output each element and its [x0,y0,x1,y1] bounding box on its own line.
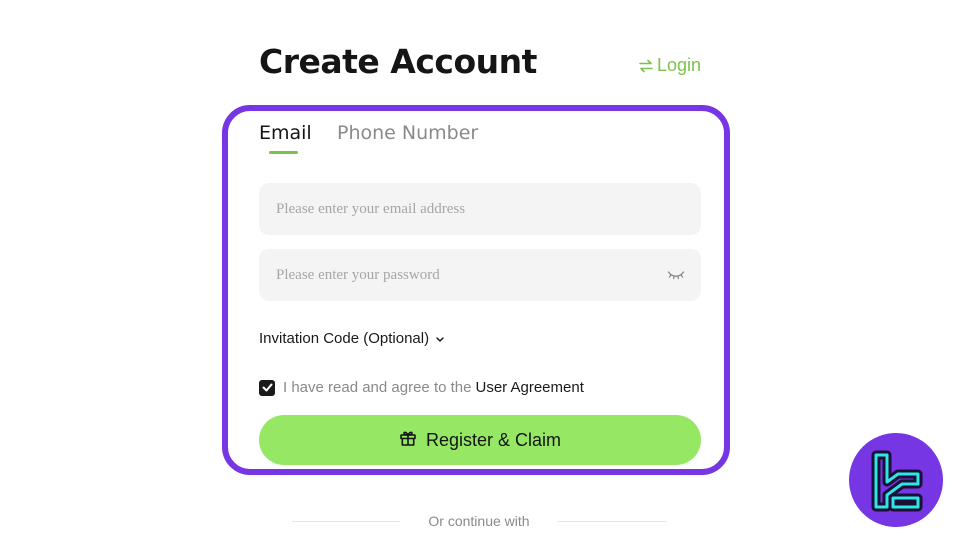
password-field[interactable] [259,249,701,301]
chevron-down-icon [435,330,445,347]
email-field[interactable] [259,183,701,235]
agreement-text: I have read and agree to the [283,379,472,396]
page-title: Create Account [259,42,537,81]
divider-line-right [557,520,666,522]
user-agreement-link[interactable]: User Agreement [475,379,583,396]
agree-checkbox[interactable] [259,379,275,396]
register-claim-button[interactable]: Register & Claim [259,415,701,465]
password-input[interactable] [259,249,701,301]
eye-closed-icon[interactable] [667,268,685,286]
tab-email[interactable]: Email [259,122,312,144]
swap-arrows-icon [638,58,654,74]
brand-logo-icon [849,433,943,527]
email-input[interactable] [259,183,701,235]
login-label: Login [657,55,702,75]
invitation-code-label: Invitation Code (Optional) [259,330,430,347]
invitation-code-toggle[interactable]: Invitation Code (Optional) [259,330,445,347]
register-claim-label: Register & Claim [425,429,562,450]
checkmark-icon [262,379,273,396]
active-tab-indicator [269,151,298,154]
divider-line-left [292,520,400,522]
agreement-row: I have read and agree to the User Agreeme… [259,379,584,396]
gift-icon [399,429,417,452]
tab-phone-number[interactable]: Phone Number [337,122,478,144]
continue-with-text: Or continue with [428,513,530,529]
login-link[interactable]: Login [638,55,701,76]
continue-with-divider: Or continue with [292,513,666,529]
